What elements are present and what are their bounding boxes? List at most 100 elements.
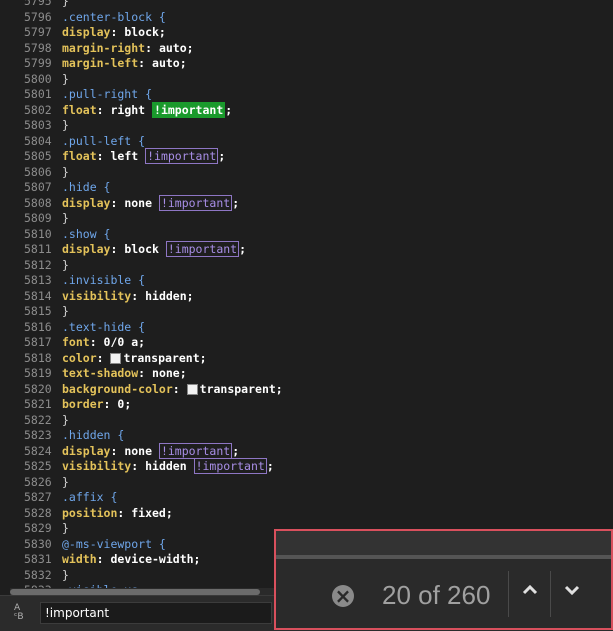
code-line: 5806} [24,165,283,181]
code-token: } [62,257,69,272]
code-line: 5816 .text-hide { [24,320,283,336]
code-line: 5824 display: none !important; [24,442,283,460]
code-token: : auto; [138,56,187,70]
match-highlight: !important [193,458,267,474]
code-token: : hidden; [131,288,194,303]
code-token: .text-hide { [62,319,146,334]
code-line: 5807 .hide { [24,180,283,196]
code-line: 5798 margin-right: auto; [24,41,283,57]
code-token: visibility [62,459,132,473]
code-token: } [62,474,69,489]
code-line: 5809} [24,211,283,227]
code-token: : block; [110,25,166,39]
line-number: 5818 [24,350,52,365]
match-highlight: !important [158,442,233,459]
code-line: 5812} [24,258,283,274]
line-number: 5795 [24,0,52,8]
code-line: 5822} [24,413,283,429]
code-token: .hidden { [62,428,125,442]
code-token: float [62,149,97,163]
code-token: @-ms-viewport { [62,536,166,551]
line-number: 5815 [24,304,52,318]
next-match-button[interactable] [553,571,591,617]
code-line: 5831 width: device-width; [24,552,283,568]
code-token: ; [218,149,226,163]
line-number: 5828 [24,505,52,520]
code-line: 5801 .pull-right { [24,87,283,103]
code-line: 5825 visibility: hidden !important; [24,458,283,475]
code-token: .pull-left { [62,133,146,148]
line-number: 5832 [24,567,52,582]
code-token: float [62,102,97,117]
code-token: } [62,567,69,582]
code-token: : device-width; [96,552,201,566]
line-number: 5796 [24,9,52,24]
line-number: 5802 [24,102,52,117]
code-token: visibility [62,288,132,303]
code-editor[interactable]: 5795} 5796 .center-block { 5797 display: blo… [0,0,613,595]
code-token: : right [96,102,153,117]
line-number: 5819 [24,366,52,380]
code-token: } [62,304,69,318]
find-input[interactable]: !important [40,602,272,624]
code-line: 5828 position: fixed; [24,506,283,522]
line-number: 5810 [24,226,52,241]
color-swatch [186,383,198,395]
line-number: 5797 [24,25,52,39]
code-token: width [62,552,97,566]
code-token: : hidden [131,459,194,473]
code-token: display [62,25,111,39]
match-count: 20 of 260 [382,580,491,610]
code-token: : none; [138,366,187,380]
code-token: } [62,412,69,427]
code-token: border [62,397,104,411]
code-token: ; [232,195,240,210]
code-token: } [62,0,69,8]
code-token: margin-right [62,40,146,55]
code-token: ; [225,102,233,117]
nav-divider [550,571,551,617]
code-token: ; [232,443,240,458]
line-number: 5806 [24,164,52,179]
code-line: 5811 display: block !important; [24,241,283,258]
code-token: transparent; [199,381,283,396]
code-token: .invisible { [62,273,146,287]
code-token: .show { [62,226,111,241]
code-token: position [62,505,118,520]
code-line: 5802 float: right !important; [24,101,283,119]
code-token: text-shadow [62,366,139,380]
code-token: .affix { [62,490,118,504]
line-number: 5809 [24,211,52,225]
line-number: 5808 [24,195,52,210]
code-line: 5814 visibility: hidden; [24,289,283,305]
code-token: } [62,211,69,225]
code-token: .center-block { [62,9,166,24]
code-token: : none [110,195,159,210]
code-line: 5832} [24,568,283,584]
line-number: 5817 [24,335,52,349]
match-case-toggle[interactable]: A ᶜB [14,604,24,622]
code-token: .pull-right { [62,87,153,101]
code-token: ; [239,242,247,256]
code-token: : auto; [145,40,194,55]
code-line: 5813 .invisible { [24,273,283,289]
code-token: : fixed; [117,505,173,520]
code-line: 5796 .center-block { [24,10,283,26]
match-case-letter-b: ᶜB [14,612,24,622]
code-token: background-color [62,381,173,396]
line-number: 5826 [24,474,52,489]
line-number: 5820 [24,381,52,396]
clear-search-icon[interactable]: × [332,585,354,607]
code-token: : [96,350,111,365]
previous-match-button[interactable] [511,571,549,617]
code-line: 5819 text-shadow: none; [24,366,283,382]
code-line: 5804 .pull-left { [24,134,283,150]
line-number: 5829 [24,521,52,535]
code-line: 5815} [24,304,283,320]
match-highlight: !important [145,148,219,164]
line-number: 5827 [24,490,52,504]
code-line: 5821 border: 0; [24,397,283,413]
line-number: 5816 [24,319,52,334]
code-line: 5823 .hidden { [24,428,283,444]
code-token: ; [266,459,274,473]
